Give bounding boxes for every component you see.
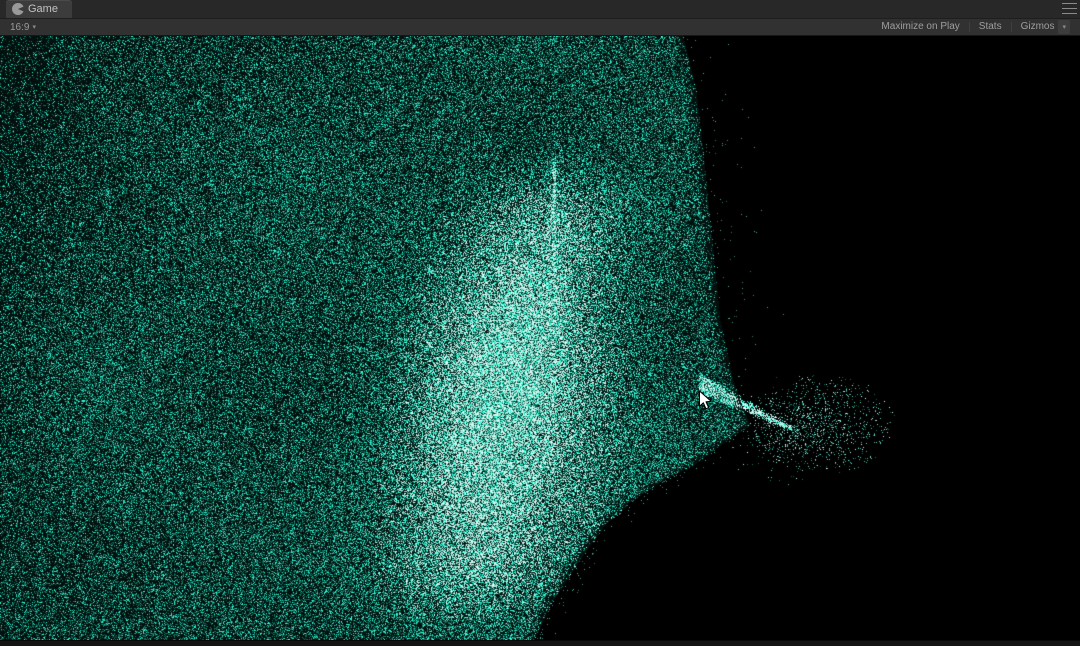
game-view-icon: [12, 3, 24, 15]
gizmos-button[interactable]: Gizmos ▾: [1014, 19, 1077, 35]
maximize-on-play-button[interactable]: Maximize on Play: [874, 20, 966, 34]
toolbar-right-group: Maximize on Play Stats Gizmos ▾: [874, 19, 1077, 35]
toolbar-separator: [1010, 22, 1012, 32]
stats-button[interactable]: Stats: [972, 20, 1009, 34]
toolbar-separator: [968, 22, 970, 32]
game-viewport[interactable]: [0, 36, 1080, 640]
chevron-down-icon: ▾: [32, 23, 36, 31]
unity-game-view-window: Game 16:9 ▾ Maximize on Play Stats Gizmo…: [0, 0, 1080, 646]
tab-bar: Game: [0, 0, 1080, 19]
window-bottom-edge: [0, 640, 1080, 646]
gizmos-dropdown[interactable]: ▾: [1058, 20, 1070, 34]
aspect-ratio-dropdown[interactable]: 16:9 ▾: [6, 21, 40, 34]
aspect-ratio-label: 16:9: [10, 21, 30, 33]
game-view-toolbar: 16:9 ▾ Maximize on Play Stats Gizmos ▾: [0, 19, 1080, 36]
window-menu-icon[interactable]: [1062, 3, 1077, 14]
chevron-down-icon: ▾: [1062, 24, 1066, 31]
stats-label: Stats: [978, 21, 1002, 32]
tab-label: Game: [28, 2, 58, 15]
maximize-on-play-label: Maximize on Play: [881, 21, 960, 32]
tab-game[interactable]: Game: [6, 0, 72, 18]
gizmos-label: Gizmos: [1020, 21, 1055, 32]
